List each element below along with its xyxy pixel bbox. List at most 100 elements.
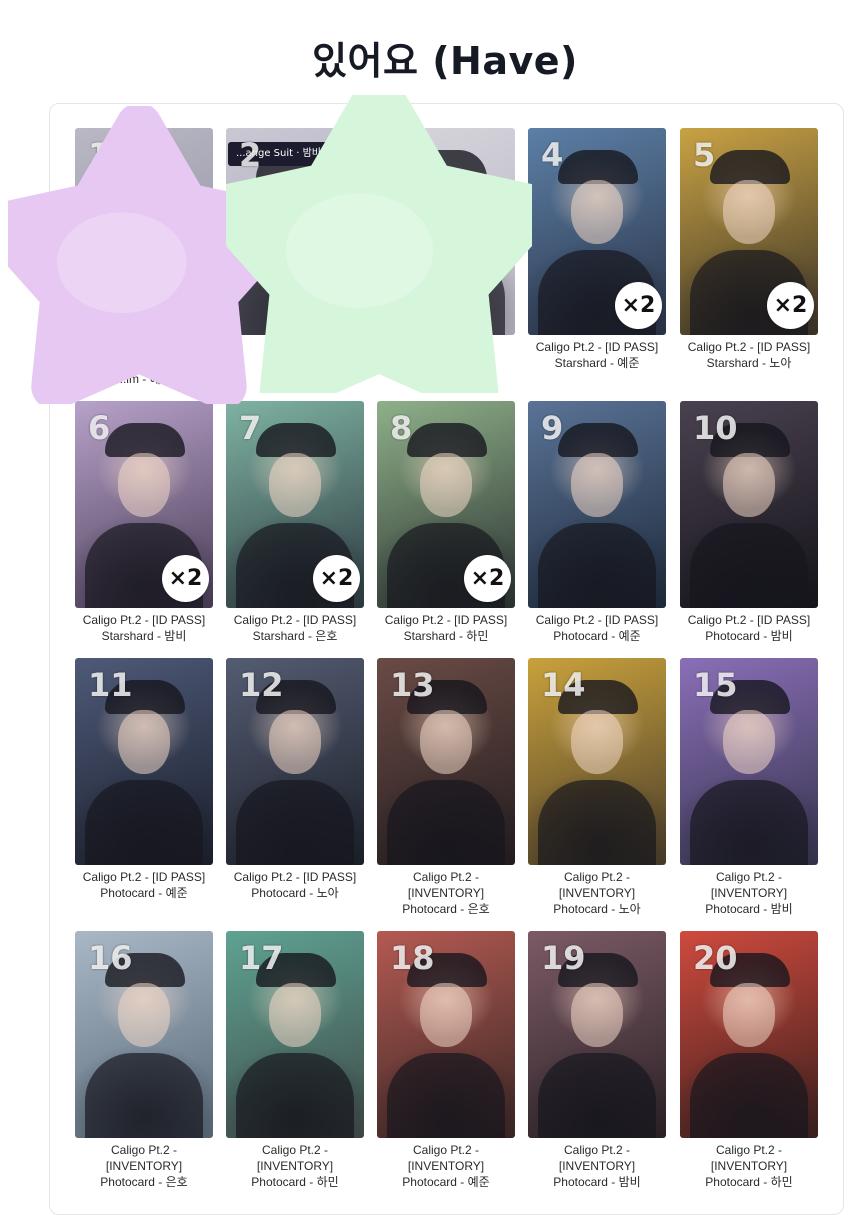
card-number: 17 (239, 939, 284, 977)
card-caption: Caligo Pt.2 - [ID PASS] Starshard - 예준 (520, 339, 674, 371)
photocard-illustration-face (420, 983, 472, 1047)
card-caption: Caligo Pt.2 - [INVENTORY] Photocard - 예준 (369, 1142, 523, 1190)
photocard-illustration-body (538, 523, 656, 608)
photocard-illustration-face (118, 453, 170, 517)
card-caption-line: Starshard - 밤비 (101, 629, 187, 643)
card-caption-line: [INVENTORY] (558, 1159, 636, 1173)
card-number: 4 (541, 136, 564, 174)
photocard-image[interactable]: 19 (528, 931, 666, 1138)
quantity-badge: ×2 (615, 282, 662, 329)
photocard-image[interactable]: 10 (680, 401, 818, 608)
photocard-illustration-hat (710, 150, 790, 184)
card-caption-line: Caligo Pt.2 - (261, 1143, 329, 1157)
card-number: 12 (239, 666, 284, 704)
card-caption-line: Photocard - 은호 (100, 1175, 188, 1189)
photocard-illustration-face (723, 710, 775, 774)
card-caption-line: Photocard - 하민 (705, 1175, 793, 1189)
photocard-image[interactable]: 17 (226, 931, 364, 1138)
card-caption: Caligo Pt.2 - [INVENTORY] Photocard - 밤비 (672, 869, 826, 917)
card-number: 5 (693, 136, 716, 174)
photocard-image[interactable]: 12 (226, 658, 364, 865)
card-caption: Caligo Pt.2 - [ID PASS] Photocard - 예준 (67, 869, 221, 901)
photocard-image[interactable]: 4 ×2 (528, 128, 666, 335)
card-caption-line: Caligo Pt.2 - (412, 870, 480, 884)
page-title: 있어요 (Have) (312, 39, 578, 83)
card-caption-line: Caligo Pt.2 - [ID PASS] (233, 870, 357, 884)
photocard-illustration-face (118, 710, 170, 774)
card-caption: Caligo Pt.2 - [INVENTORY] Photocard - 하민 (672, 1142, 826, 1190)
photocard-illustration-body (85, 780, 203, 865)
card-caption-line: [INVENTORY] (407, 1159, 485, 1173)
card-caption-line: [INVENTORY] (105, 1159, 183, 1173)
photocard-image[interactable]: 5 ×2 (680, 128, 818, 335)
card-caption-line: Photocard - 밤비 (553, 1175, 641, 1189)
card-caption: Caligo Pt.2 - [ID PASS] Starshard - 은호 (218, 612, 372, 644)
card-number: 10 (693, 409, 738, 447)
photocard-illustration-face (723, 983, 775, 1047)
card-caption-line: Caligo Pt.2 - (110, 1143, 178, 1157)
card-caption-line: [INVENTORY] (407, 886, 485, 900)
card-caption-line: [INVENTORY] (710, 1159, 788, 1173)
photocard-image[interactable]: 8 ×2 (377, 401, 515, 608)
photocard-illustration-face (269, 453, 321, 517)
photocard-image[interactable]: 11 (75, 658, 213, 865)
photocard-illustration-face (571, 983, 623, 1047)
card-caption: Caligo Pt.2 - [ID PASS] Starshard - 하민 (369, 612, 523, 644)
card-caption-line: Photocard - 밤비 (705, 902, 793, 916)
photocard-image[interactable]: 15 (680, 658, 818, 865)
photocard-illustration-face (571, 180, 623, 244)
quantity-badge: ×2 (464, 555, 511, 602)
photocard-image[interactable]: 6 ×2 (75, 401, 213, 608)
photocard-image[interactable]: 14 (528, 658, 666, 865)
card-caption-line: Caligo Pt.2 - [ID PASS] (82, 613, 206, 627)
photocard-illustration-face (723, 453, 775, 517)
quantity-badge: ×2 (162, 555, 209, 602)
card-caption-line: Caligo Pt.2 - (715, 1143, 783, 1157)
card-caption: Caligo Pt.2 - [INVENTORY] Photocard - 은호 (369, 869, 523, 917)
photocard-image[interactable]: 9 (528, 401, 666, 608)
photocard-illustration-body (690, 780, 808, 865)
photocard-illustration-body (236, 780, 354, 865)
card-caption-line: Caligo Pt.2 - (412, 1143, 480, 1157)
card-number: 16 (88, 939, 133, 977)
photocard-illustration-face (420, 453, 472, 517)
photocard-illustration-face (269, 983, 321, 1047)
photocard-image[interactable]: 7 ×2 (226, 401, 364, 608)
photocard-illustration-face (269, 710, 321, 774)
card-number: 13 (390, 666, 435, 704)
card-caption-line: Starshard - 예준 (554, 356, 640, 370)
photocard-illustration-hat (558, 423, 638, 457)
card-caption-line: Photocard - 노아 (251, 886, 339, 900)
quantity-badge: ×2 (767, 282, 814, 329)
card-caption-line: Photocard - 예준 (402, 1175, 490, 1189)
card-caption-line: Starshard - 노아 (706, 356, 792, 370)
photocard-illustration-face (118, 983, 170, 1047)
card-caption-line: Photocard - 예준 (553, 629, 641, 643)
photocard-image[interactable]: 18 (377, 931, 515, 1138)
card-caption: Caligo Pt.2 - [INVENTORY] Photocard - 밤비 (520, 1142, 674, 1190)
card-caption: Caligo Pt.2 - [INVENTORY] Photocard - 은호 (67, 1142, 221, 1190)
photocard-illustration-body (387, 780, 505, 865)
photocard-image[interactable]: 13 (377, 658, 515, 865)
photocard-illustration-hat (256, 423, 336, 457)
photocard-image[interactable]: 20 (680, 931, 818, 1138)
photocard-illustration-face (723, 180, 775, 244)
card-caption-line: Caligo Pt.2 - [ID PASS] (687, 613, 811, 627)
card-caption-line: Photocard - 노아 (553, 902, 641, 916)
card-number: 18 (390, 939, 435, 977)
card-caption-line: Starshard - 은호 (252, 629, 338, 643)
card-caption: Caligo Pt.2 - [INVENTORY] Photocard - 하민 (218, 1142, 372, 1190)
photocard-image[interactable]: 16 (75, 931, 213, 1138)
photocard-illustration-face (420, 710, 472, 774)
card-number: 14 (541, 666, 586, 704)
photocard-illustration-body (690, 1053, 808, 1138)
photocard-illustration-hat (558, 150, 638, 184)
photocard-illustration-hat (105, 423, 185, 457)
card-caption-line: Caligo Pt.2 - [ID PASS] (535, 340, 659, 354)
card-number: 8 (390, 409, 413, 447)
card-caption-line: Caligo Pt.2 - [ID PASS] (535, 613, 659, 627)
card-caption-line: [INVENTORY] (710, 886, 788, 900)
photocard-illustration-body (690, 523, 808, 608)
card-caption-line: [INVENTORY] (558, 886, 636, 900)
photocard-illustration-hat (407, 423, 487, 457)
